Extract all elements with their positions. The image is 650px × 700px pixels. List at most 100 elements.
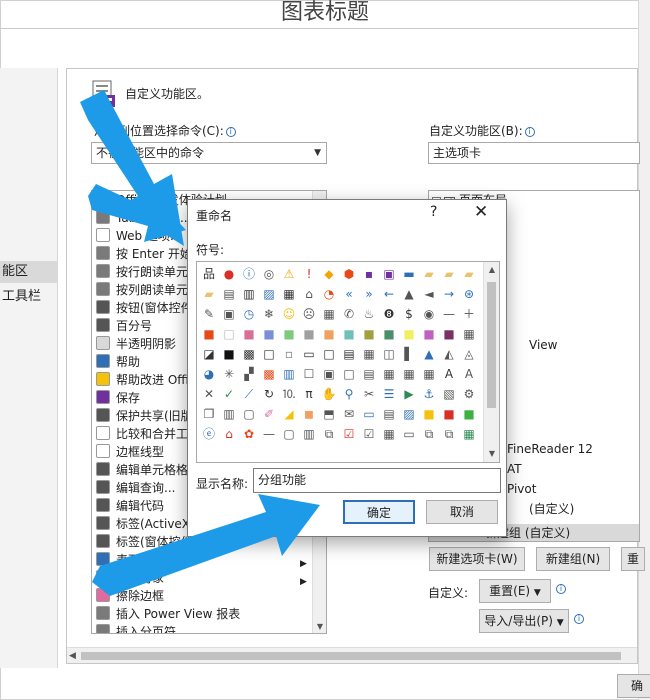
customize-ribbon-combo[interactable]: 主选项卡 <box>428 142 640 164</box>
symbol-cell[interactable]: ▤ <box>339 344 359 364</box>
scroll-down-icon[interactable]: ▼ <box>313 619 326 633</box>
symbol-cell[interactable]: → <box>439 284 459 304</box>
reset-button[interactable]: 重置(E) ▼ <box>479 579 551 603</box>
command-item[interactable]: 标签(窗体控件) <box>92 533 197 551</box>
symbol-cell[interactable]: ▥ <box>279 364 299 384</box>
symbol-cell[interactable]: ◫ <box>379 344 399 364</box>
symbol-cell[interactable]: ▬ <box>399 264 419 284</box>
symbol-cell[interactable]: ■ <box>219 344 239 364</box>
tree-item-custom[interactable]: (自定义) <box>529 500 574 518</box>
dialog-cancel-button[interactable]: 取消 <box>426 500 498 524</box>
symbol-cell[interactable]: ◆ <box>319 264 339 284</box>
symbol-cell[interactable]: ✓ <box>219 384 239 404</box>
symbol-cell[interactable]: ✐ <box>259 404 279 424</box>
symbol-scrollbar[interactable]: ▲ ▼ <box>483 262 499 462</box>
symbol-cell[interactable]: ■ <box>399 324 419 344</box>
symbol-cell[interactable]: ▨ <box>259 284 279 304</box>
command-item[interactable]: 擦除边框 <box>92 587 164 605</box>
symbol-cell[interactable]: ◔ <box>319 284 339 304</box>
symbol-cell[interactable]: ▤ <box>379 404 399 424</box>
symbol-cell[interactable]: ◎ <box>259 264 279 284</box>
symbol-cell[interactable]: ☑ <box>359 424 379 444</box>
command-item[interactable]: 插入 Power View 报表 <box>92 605 240 623</box>
symbol-cell[interactable]: ◢ <box>279 404 299 424</box>
command-item[interactable]: 按钮(窗体控件) <box>92 299 197 317</box>
import-export-button[interactable]: 导入/导出(P) ▼ <box>479 609 569 633</box>
symbol-cell[interactable]: ▥ <box>239 284 259 304</box>
command-item[interactable]: Web 选项... <box>92 227 181 245</box>
symbol-cell[interactable]: 品 <box>199 264 219 284</box>
scroll-down-icon[interactable]: ▼ <box>484 446 499 462</box>
new-tab-button[interactable]: 新建选项卡(W) <box>429 547 525 571</box>
symbol-cell[interactable]: ▫ <box>279 344 299 364</box>
symbol-cell[interactable]: ▣ <box>219 304 239 324</box>
scroll-left-icon[interactable]: ◀ <box>69 648 76 664</box>
symbol-cell[interactable]: ■ <box>279 324 299 344</box>
symbol-cell[interactable]: ✉ <box>339 404 359 424</box>
symbol-cell[interactable]: ▲ <box>399 284 419 304</box>
symbol-cell[interactable]: ✋ <box>319 384 339 404</box>
symbol-cell[interactable]: ▌ <box>399 344 419 364</box>
symbol-cell[interactable]: ⧉ <box>439 424 459 444</box>
symbol-cell[interactable]: « <box>339 284 359 304</box>
symbol-cell[interactable]: ■ <box>319 324 339 344</box>
symbol-cell[interactable]: ■ <box>239 324 259 344</box>
command-item[interactable]: 保护共享(旧版) <box>92 407 197 425</box>
symbol-cell[interactable]: ⧉ <box>319 424 339 444</box>
symbol-cell[interactable]: ▦ <box>459 424 479 444</box>
command-item[interactable]: 表面(3D) <box>92 551 166 569</box>
symbol-cell[interactable]: A <box>459 364 479 384</box>
command-item[interactable]: 插入分页符 <box>92 623 176 633</box>
symbol-cell[interactable]: ⧉ <box>419 424 439 444</box>
symbol-cell[interactable]: ✂ <box>359 384 379 404</box>
symbol-cell[interactable]: ✆ <box>339 304 359 324</box>
symbol-cell[interactable]: ▰ <box>419 264 439 284</box>
symbol-cell[interactable]: π <box>299 384 319 404</box>
symbol-cell[interactable]: ■ <box>339 324 359 344</box>
symbol-cell[interactable]: ▭ <box>359 404 379 424</box>
symbol-cell[interactable]: ☹ <box>299 304 319 324</box>
symbol-cell[interactable]: ⒑ <box>279 384 299 404</box>
new-group-button[interactable]: 新建组(N) <box>536 547 610 571</box>
symbol-cell[interactable]: ⓔ <box>199 424 219 444</box>
symbol-cell[interactable]: ⚙ <box>459 384 479 404</box>
symbol-cell[interactable]: ❐ <box>199 404 219 424</box>
symbol-cell[interactable]: ■ <box>439 324 459 344</box>
tree-item-pivot[interactable]: Pivot <box>507 480 536 498</box>
symbol-cell[interactable]: ▲ <box>419 344 439 364</box>
scroll-up-icon[interactable]: ▲ <box>484 262 499 278</box>
dialog-ok-button[interactable]: 确定 <box>343 500 415 524</box>
symbol-cell[interactable]: ☰ <box>379 384 399 404</box>
tree-item-partial-view[interactable]: View <box>529 336 557 354</box>
command-item[interactable]: 按列朗读单元格 <box>92 281 200 299</box>
symbol-cell[interactable]: ▣ <box>379 264 399 284</box>
symbol-cell[interactable]: ◕ <box>199 364 219 384</box>
symbol-cell[interactable]: ▦ <box>359 344 379 364</box>
command-item[interactable]: 按 Enter 开始 <box>92 245 192 263</box>
symbol-cell[interactable]: ▣ <box>319 364 339 384</box>
symbol-cell[interactable]: ▧ <box>439 384 459 404</box>
symbol-cell[interactable]: ⚓ <box>419 384 439 404</box>
horizontal-scrollbar[interactable]: ◀ <box>67 647 637 663</box>
symbol-cell[interactable]: ▞ <box>239 364 259 384</box>
symbol-cell[interactable]: ◬ <box>459 344 479 364</box>
symbol-cell[interactable]: ◼ <box>299 404 319 424</box>
symbol-cell[interactable]: □ <box>259 344 279 364</box>
symbol-cell[interactable]: ⚲ <box>339 384 359 404</box>
symbol-cell[interactable]: » <box>359 284 379 304</box>
symbol-cell[interactable]: □ <box>219 324 239 344</box>
command-item[interactable]: 半透明阴影 <box>92 335 176 353</box>
symbol-cell[interactable]: ☺ <box>279 304 299 324</box>
symbol-cell[interactable]: ⌂ <box>219 424 239 444</box>
symbol-cell[interactable]: ◉ <box>419 304 439 324</box>
symbol-cell[interactable]: ▤ <box>219 284 239 304</box>
symbol-cell[interactable]: ▥ <box>219 404 239 424</box>
command-item[interactable]: 表格对象 <box>92 569 164 587</box>
command-item[interactable]: 百分号 <box>92 317 152 335</box>
symbol-cell[interactable]: A <box>439 364 459 384</box>
symbol-cell[interactable]: ▭ <box>299 344 319 364</box>
symbol-cell[interactable]: ▦ <box>279 284 299 304</box>
symbol-cell[interactable]: ☑ <box>339 424 359 444</box>
symbol-cell[interactable]: ✳ <box>219 364 239 384</box>
symbol-cell[interactable]: ■ <box>419 404 439 424</box>
